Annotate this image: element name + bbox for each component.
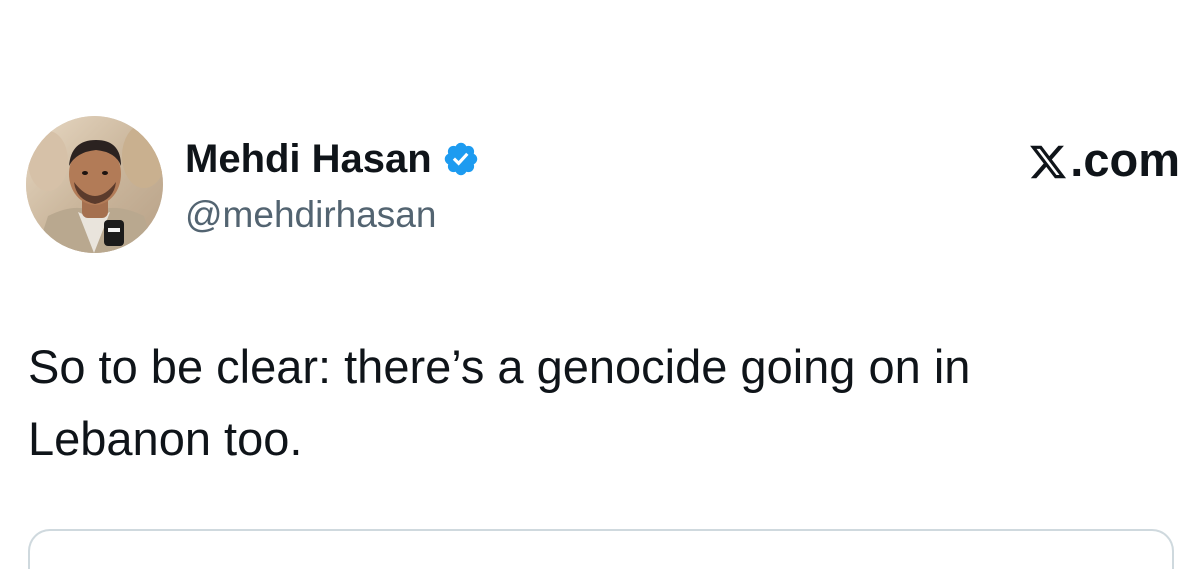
brand-label: .com	[1070, 133, 1180, 186]
quote-card[interactable]	[28, 529, 1174, 569]
verified-badge-icon	[442, 140, 480, 178]
brand-mark: .com	[1028, 134, 1180, 186]
tweet-text: So to be clear: there’s a genocide going…	[28, 340, 971, 465]
avatar-photo	[26, 116, 163, 253]
x-logo-icon	[1028, 140, 1068, 180]
author-handle[interactable]: @mehdirhasan	[185, 193, 436, 237]
author-display-name[interactable]: Mehdi Hasan	[185, 135, 432, 183]
tweet-card: Mehdi Hasan @mehdirhasan .com So to be c…	[0, 0, 1200, 569]
author-name-row: Mehdi Hasan	[185, 135, 480, 183]
avatar[interactable]	[26, 116, 163, 253]
